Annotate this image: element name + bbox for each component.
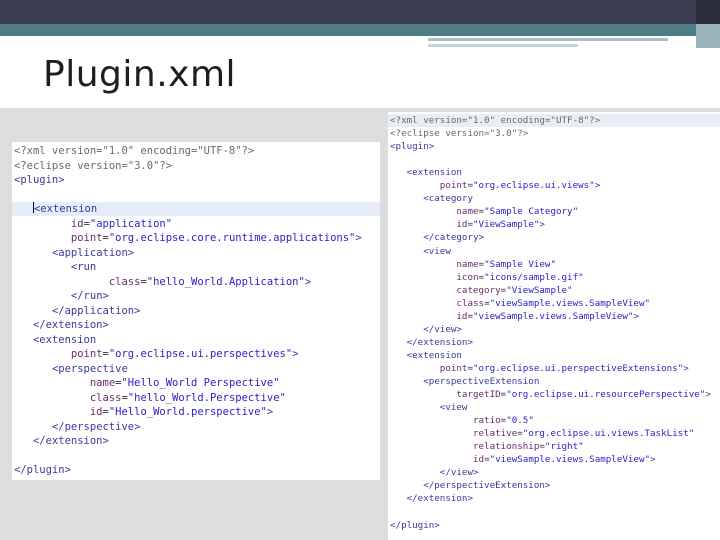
right-code-line bbox=[388, 153, 390, 166]
right-code-line: </view> bbox=[439, 467, 479, 479]
slide-decor-line bbox=[428, 38, 668, 41]
slide-accent-band bbox=[0, 24, 720, 36]
right-code-line: relationship="right" bbox=[472, 441, 584, 453]
right-code-line: </extension> bbox=[406, 336, 474, 348]
left-code-line: <?xml version="1.0" encoding="UTF-8"?> bbox=[14, 145, 255, 157]
right-code-line: icon="icons/sample.gif" bbox=[456, 271, 584, 283]
right-code-line: <extension bbox=[406, 349, 462, 361]
right-code-screenshot: <?xml version="1.0" encoding="UTF-8"?> <?… bbox=[388, 112, 720, 540]
right-code-line: </view> bbox=[423, 323, 462, 335]
right-code-line: targetID="org.eclipse.ui.resourcePerspec… bbox=[456, 389, 711, 401]
left-code-line: id="Hello_World.perspective"> bbox=[89, 406, 274, 418]
left-code-line: </extension> bbox=[32, 435, 109, 447]
right-code-line: </extension> bbox=[406, 493, 474, 505]
right-code-line: <extension bbox=[406, 167, 462, 179]
right-code-line: class="viewSample.views.SampleView" bbox=[456, 297, 651, 309]
right-code-line: <view bbox=[423, 245, 451, 257]
right-code-line: point="org.eclipse.ui.views"> bbox=[439, 180, 601, 192]
right-code-line: <view bbox=[439, 402, 468, 414]
left-code-line: <extension bbox=[12, 202, 380, 216]
left-code-line bbox=[12, 188, 14, 202]
slide-decor-line-short bbox=[428, 44, 578, 47]
right-code-line: <perspectiveExtension bbox=[423, 376, 540, 387]
right-code-line: </perspectiveExtension> bbox=[423, 480, 551, 492]
right-code-line: id="ViewSample"> bbox=[456, 219, 545, 231]
left-code-line: </perspective> bbox=[51, 420, 141, 433]
right-code-line: id="viewSample.views.SampleView"> bbox=[472, 454, 656, 466]
right-code-line: point="org.eclipse.ui.perspectiveExtensi… bbox=[439, 362, 689, 374]
left-code-line: point="org.eclipse.core.runtime.applicat… bbox=[70, 232, 362, 244]
right-code-line: <?xml version="1.0" encoding="UTF-8"?> bbox=[388, 114, 720, 127]
right-code-line bbox=[388, 506, 390, 519]
left-code-line: </extension> bbox=[32, 319, 109, 331]
left-code-line: </run> bbox=[70, 290, 109, 302]
right-code-line: <?eclipse version="3.0"?> bbox=[390, 128, 529, 140]
right-code-line: <category bbox=[423, 193, 473, 205]
right-code-line: name="Sample Category" bbox=[456, 206, 579, 218]
left-code-line: class="hello_World.Application"> bbox=[108, 275, 312, 288]
left-code-line: <?eclipse version="3.0"?> bbox=[14, 159, 173, 172]
right-code-line: id="viewSample.views.SampleView"> bbox=[456, 310, 639, 322]
left-code-line bbox=[12, 449, 14, 463]
left-code-screenshot: <?xml version="1.0" encoding="UTF-8"?> <?… bbox=[12, 142, 380, 480]
left-code-line: point="org.eclipse.ui.perspectives"> bbox=[70, 348, 299, 360]
slide-top-bar bbox=[0, 0, 720, 24]
slide-title: Plugin.xml bbox=[43, 54, 237, 95]
left-code-line: name="Hello_World Perspective" bbox=[89, 377, 280, 389]
right-code-line: <plugin> bbox=[390, 141, 435, 153]
right-code-line: ratio="0.5" bbox=[472, 415, 534, 427]
left-code-line: class="hello_World.Perspective" bbox=[89, 391, 286, 404]
right-code-line: </plugin> bbox=[390, 519, 440, 531]
left-code-line: <plugin> bbox=[14, 174, 65, 186]
right-code-line: </category> bbox=[423, 232, 485, 244]
left-code-line: <extension bbox=[32, 333, 97, 346]
right-code-line: name="Sample View" bbox=[456, 258, 556, 270]
right-code-line: category="ViewSample" bbox=[456, 284, 573, 296]
slide-accent-corner bbox=[696, 24, 720, 48]
left-code-line: <perspective bbox=[51, 362, 128, 375]
slide-top-bar-corner bbox=[696, 0, 720, 24]
right-code-line: relative="org.eclipse.ui.views.TaskList" bbox=[472, 428, 695, 440]
left-code-line: <run bbox=[70, 261, 97, 273]
left-code-line: </plugin> bbox=[14, 464, 71, 476]
left-code-line: </application> bbox=[51, 304, 141, 317]
left-code-line: <application> bbox=[51, 246, 135, 259]
left-code-line: id="application" bbox=[70, 217, 173, 230]
